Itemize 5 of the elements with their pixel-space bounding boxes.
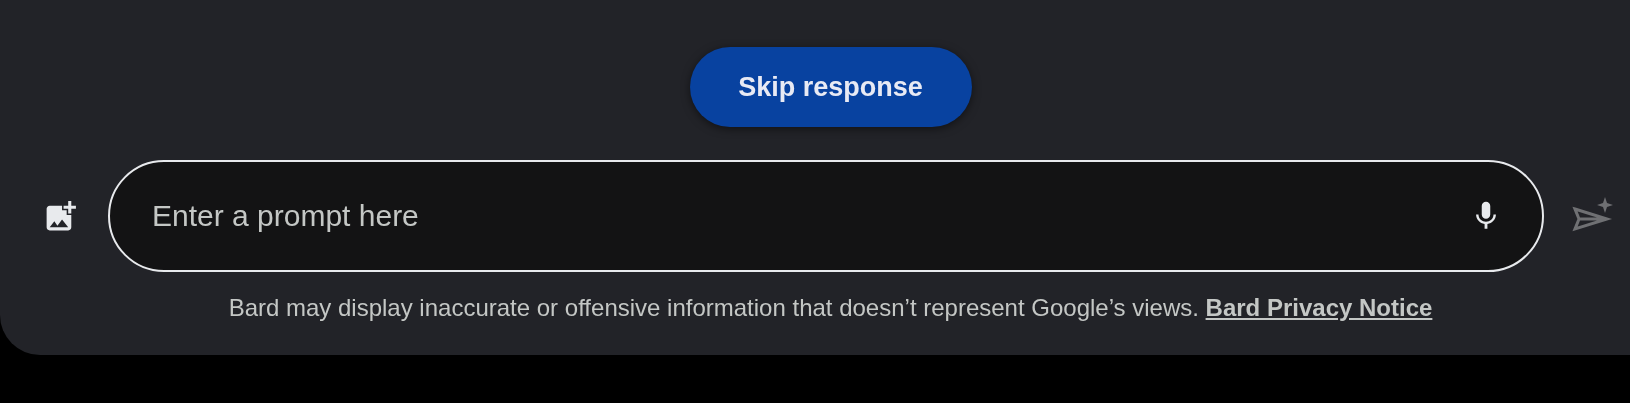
skip-response-button[interactable]: Skip response <box>689 47 972 127</box>
prompt-field[interactable]: Enter a prompt here <box>108 160 1544 272</box>
privacy-notice-link[interactable]: Bard Privacy Notice <box>1205 294 1433 321</box>
disclaimer-text: Bard may display inaccurate or offensive information that doesn’t represent Google’s views. Bard Privacy Notice <box>228 294 1433 322</box>
prompt-input[interactable]: Enter a prompt here <box>150 198 1468 234</box>
